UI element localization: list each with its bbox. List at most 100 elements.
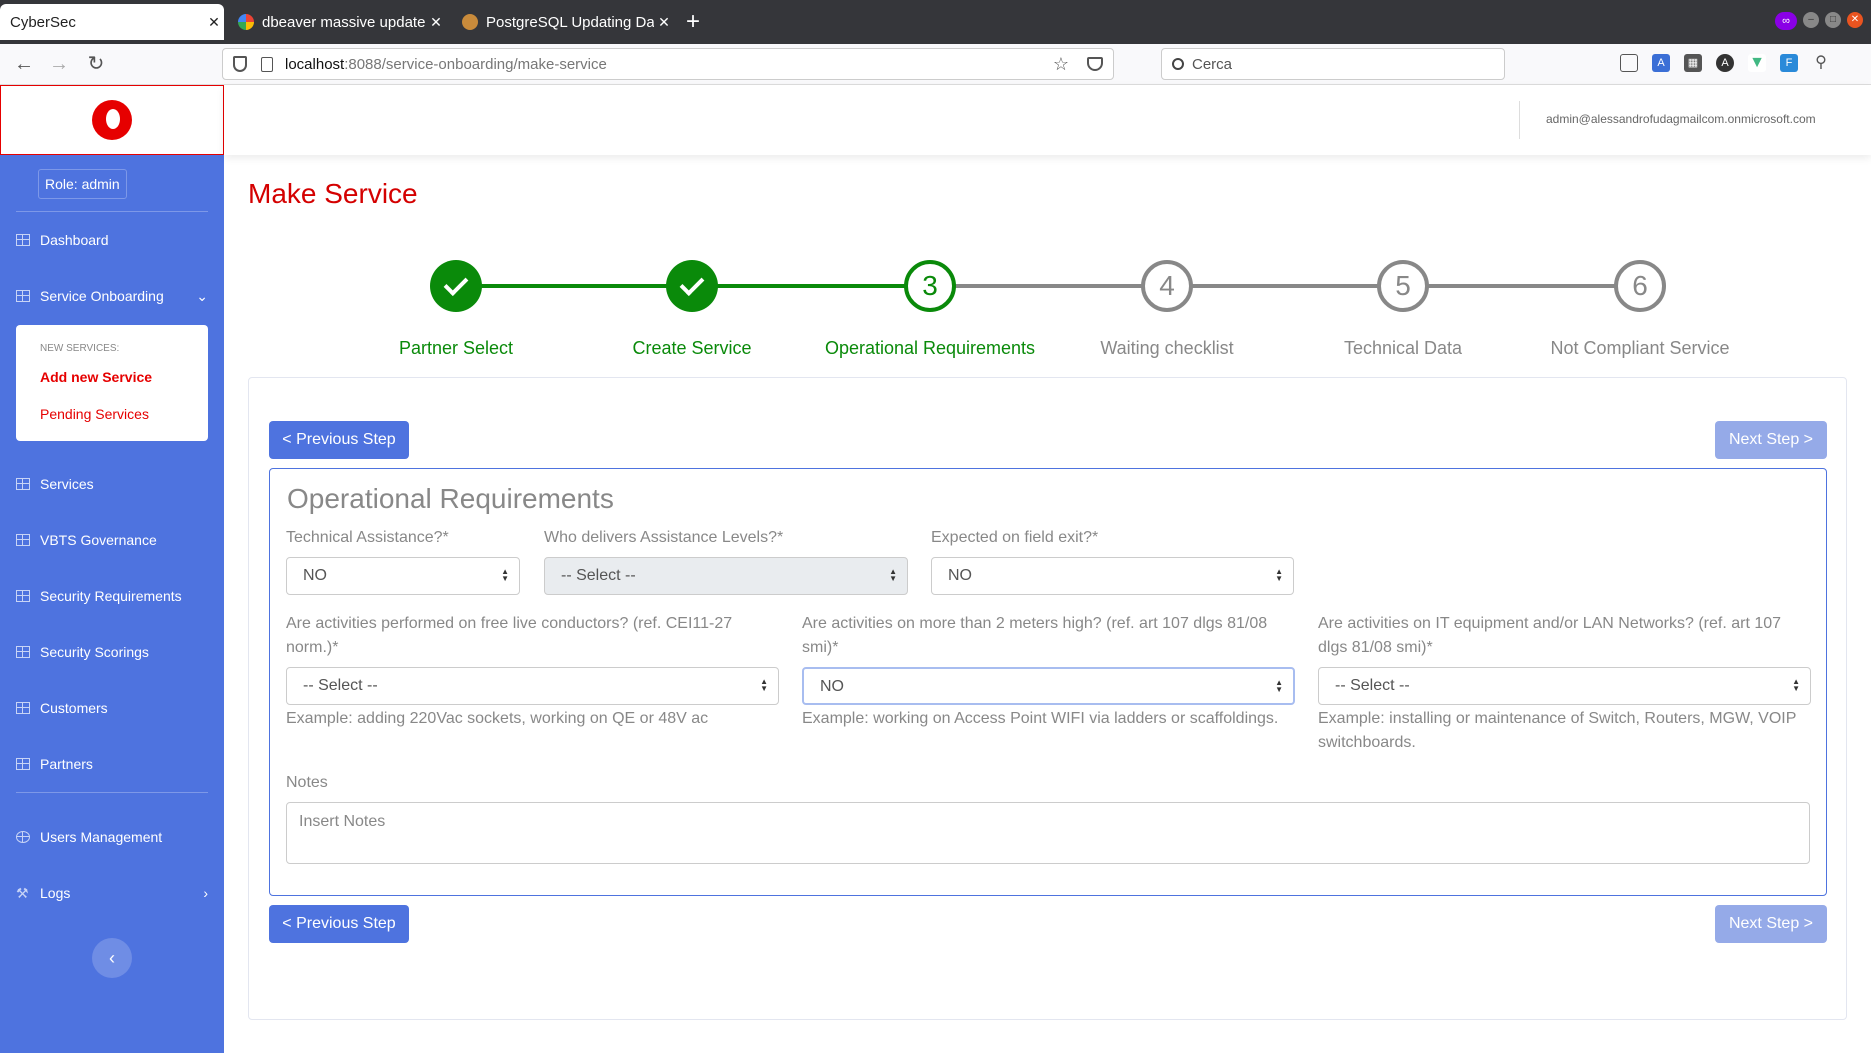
previous-step-button-bottom[interactable]: < Previous Step xyxy=(269,905,409,943)
reload-icon[interactable]: ↻ xyxy=(84,52,108,76)
close-icon[interactable]: ✕ xyxy=(654,14,674,31)
sidebar-item-label: Users Management xyxy=(40,829,163,845)
close-icon[interactable]: ✕ xyxy=(426,14,446,31)
vue-devtools-icon[interactable]: ▼ xyxy=(1748,54,1766,72)
sidebar-toggle-button[interactable]: ‹ xyxy=(92,938,132,978)
topbar: admin@alessandrofudagmailcom.onmicrosoft… xyxy=(224,85,1871,155)
chevron-down-icon: ⌄ xyxy=(196,287,208,304)
live-conductors-select[interactable]: -- Select -- ▲ ▼ xyxy=(286,667,779,705)
sidebar-item-label: Service Onboarding xyxy=(40,288,164,304)
notes-textarea[interactable]: Insert Notes xyxy=(286,802,1810,864)
browser-nav-bar: ← → ↻ localhost:8088/service-onboarding/… xyxy=(0,44,1871,85)
browser-tab-cybersec[interactable]: CyberSec ✕ xyxy=(0,4,224,40)
pocket-icon[interactable] xyxy=(1087,57,1103,71)
height-select[interactable]: NO ▲ ▼ xyxy=(802,667,1295,705)
step-label: Not Compliant Service xyxy=(1550,338,1730,358)
sidebar-item-security-requirements[interactable]: Security Requirements xyxy=(16,584,208,608)
submenu-add-new-service[interactable]: Add new Service xyxy=(40,369,152,385)
page-icon xyxy=(261,56,273,72)
operational-requirements-form: Operational Requirements Technical Assis… xyxy=(269,468,1827,896)
extension-f-icon[interactable]: F xyxy=(1780,54,1798,72)
search-placeholder: Cerca xyxy=(1192,55,1233,73)
step-2-check-icon xyxy=(666,260,718,312)
table-icon xyxy=(16,478,30,490)
previous-step-button[interactable]: < Previous Step xyxy=(269,421,409,459)
sidebar-item-logs[interactable]: ⚒ Logs › xyxy=(16,881,208,905)
puzzle-icon[interactable]: ⚲ xyxy=(1812,54,1830,72)
extension-a-icon[interactable]: A xyxy=(1716,54,1734,72)
extension-icons: A ▦ A ▼ F ⚲ xyxy=(1620,54,1830,72)
step-4-indicator: 4 xyxy=(1141,260,1193,312)
step-6-indicator: 6 xyxy=(1614,260,1666,312)
address-bar[interactable]: localhost:8088/service-onboarding/make-s… xyxy=(222,48,1114,80)
sidebar-item-label: Logs xyxy=(40,885,71,901)
forward-icon[interactable]: → xyxy=(47,52,71,76)
chevron-right-icon: › xyxy=(203,885,208,901)
reader-view-icon[interactable] xyxy=(1620,54,1638,72)
shield-icon xyxy=(233,56,247,72)
table-icon xyxy=(16,234,30,246)
url-path: :8088/service-onboarding/make-service xyxy=(344,55,607,73)
google-icon xyxy=(238,14,254,30)
sidebar-item-customers[interactable]: Customers xyxy=(16,696,208,720)
select-value: -- Select -- xyxy=(303,677,378,694)
table-icon xyxy=(16,534,30,546)
tab-title: PostgreSQL Updating Da xyxy=(486,13,654,31)
progress-stepper: 3 4 5 6 Partner Select Create Service Op… xyxy=(224,256,1871,366)
close-window-icon[interactable]: ✕ xyxy=(1847,12,1863,28)
form-title: Operational Requirements xyxy=(287,483,614,514)
sidebar-item-label: VBTS Governance xyxy=(40,532,157,548)
sidebar: Role: admin Dashboard Service Onboarding… xyxy=(0,85,224,1053)
back-icon[interactable]: ← xyxy=(12,52,36,76)
who-delivers-select[interactable]: -- Select -- ▲ ▼ xyxy=(544,557,908,595)
page-title: Make Service xyxy=(248,178,418,209)
brand-logo[interactable] xyxy=(0,85,224,155)
bookmark-star-icon[interactable]: ☆ xyxy=(1053,54,1069,75)
sidebar-item-security-scorings[interactable]: Security Scorings xyxy=(16,640,208,664)
url-text: localhost:8088/service-onboarding/make-s… xyxy=(285,56,607,73)
calendar-icon[interactable]: ▦ xyxy=(1684,54,1702,72)
table-icon xyxy=(16,646,30,658)
sidebar-item-label: Partners xyxy=(40,756,93,772)
tab-title: CyberSec xyxy=(10,13,76,31)
next-step-button-bottom[interactable]: Next Step > xyxy=(1715,905,1827,943)
select-arrows-icon: ▲ ▼ xyxy=(501,567,509,584)
step-label: Create Service xyxy=(632,338,752,358)
search-input[interactable]: Cerca xyxy=(1161,48,1505,80)
user-email[interactable]: admin@alessandrofudagmailcom.onmicrosoft… xyxy=(1546,112,1816,126)
maximize-icon[interactable]: □ xyxy=(1825,12,1841,28)
step-label: Waiting checklist xyxy=(1100,338,1234,358)
sidebar-item-dashboard[interactable]: Dashboard xyxy=(16,228,208,252)
private-browsing-icon: ∞ xyxy=(1775,12,1797,30)
browser-tab-postgresql[interactable]: PostgreSQL Updating Da ✕ xyxy=(452,6,674,38)
it-equipment-label: Are activities on IT equipment and/or LA… xyxy=(1318,615,1782,656)
new-tab-icon[interactable]: + xyxy=(686,8,700,36)
sidebar-item-label: Customers xyxy=(40,700,108,716)
next-step-button[interactable]: Next Step > xyxy=(1715,421,1827,459)
sidebar-item-vbts-governance[interactable]: VBTS Governance xyxy=(16,528,208,552)
it-equipment-select[interactable]: -- Select -- ▲ ▼ xyxy=(1318,667,1811,705)
live-conductors-help: Example: adding 220Vac sockets, working … xyxy=(286,710,709,727)
browser-tab-bar: CyberSec ✕ dbeaver massive update ✕ Post… xyxy=(0,0,1871,44)
step-label: Partner Select xyxy=(398,338,514,358)
sidebar-item-label: Security Scorings xyxy=(40,644,149,660)
browser-tab-dbeaver[interactable]: dbeaver massive update ✕ xyxy=(228,6,446,38)
technical-assistance-select[interactable]: NO ▲ ▼ xyxy=(286,557,520,595)
select-value: -- Select -- xyxy=(561,567,636,584)
submenu-pending-services[interactable]: Pending Services xyxy=(40,406,149,422)
wrench-icon: ⚒ xyxy=(16,884,29,901)
sidebar-item-label: Dashboard xyxy=(40,232,109,248)
expected-field-exit-select[interactable]: NO ▲ ▼ xyxy=(931,557,1294,595)
sidebar-item-users-management[interactable]: Users Management xyxy=(16,825,208,849)
live-conductors-label: Are activities performed on free live co… xyxy=(286,615,733,656)
close-icon[interactable]: ✕ xyxy=(204,14,224,31)
step-3-indicator: 3 xyxy=(904,260,956,312)
select-arrows-icon: ▲ ▼ xyxy=(1275,567,1283,584)
sidebar-divider xyxy=(16,211,208,212)
sidebar-item-service-onboarding[interactable]: Service Onboarding ⌄ xyxy=(16,284,208,308)
translate-icon[interactable]: A xyxy=(1652,54,1670,72)
table-icon xyxy=(16,290,30,302)
sidebar-item-services[interactable]: Services xyxy=(16,472,208,496)
minimize-icon[interactable]: – xyxy=(1803,12,1819,28)
sidebar-item-partners[interactable]: Partners xyxy=(16,752,208,776)
